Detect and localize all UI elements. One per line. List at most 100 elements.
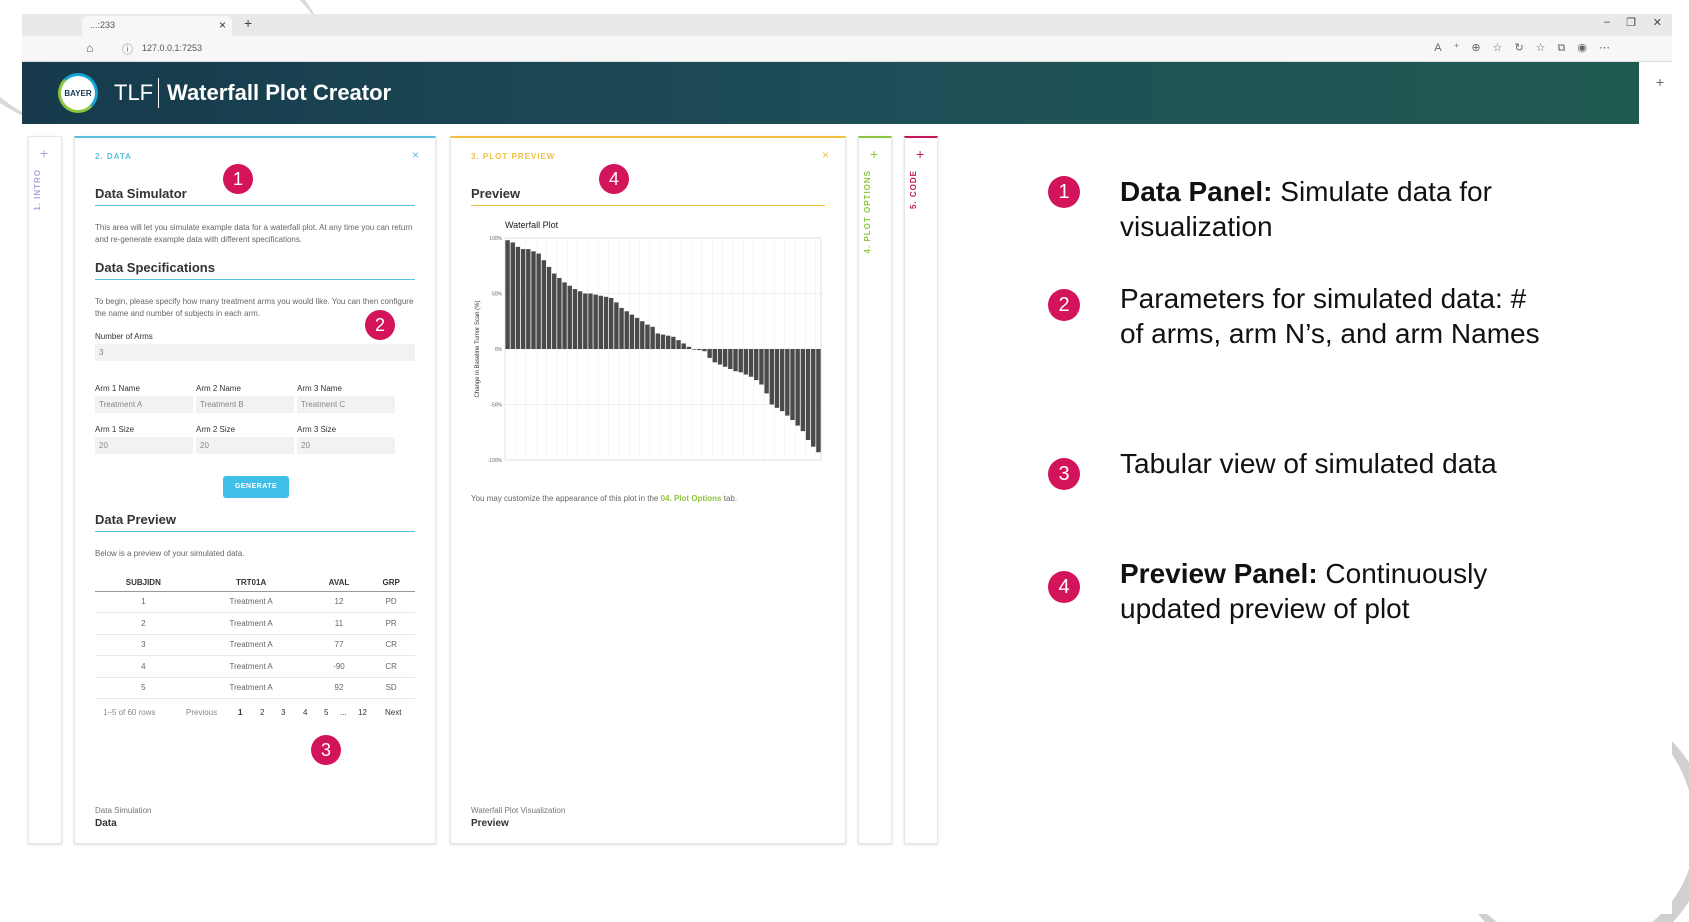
waterfall-bar	[603, 296, 609, 349]
num-arms-input[interactable]: 3	[95, 344, 415, 361]
table-cell: Treatment A	[191, 612, 311, 635]
waterfall-bar	[691, 349, 697, 350]
browser-toolbar-icons[interactable]: A⁺⊕☆↻☆⧉◉⋯	[1434, 41, 1622, 55]
y-tick-label: 0%	[495, 347, 503, 353]
waterfall-bar	[707, 349, 712, 358]
waterfall-bar	[769, 349, 774, 405]
preview-footer-subtitle: Waterfall Plot Visualization	[471, 806, 566, 815]
data-preview-table: SUBJIDN TRT01A AVAL GRP 1 Treatment A 12 PD…	[95, 574, 415, 699]
url-text[interactable]: 127.0.0.1:7253	[142, 43, 202, 53]
waterfall-bar	[795, 349, 800, 426]
arm-2-size-input[interactable]: 20	[196, 437, 294, 454]
restore-icon[interactable]: ❐	[1626, 16, 1636, 29]
waterfall-bar	[754, 349, 759, 381]
table-cell: 12	[310, 591, 368, 613]
column-header[interactable]: TRT01A	[191, 574, 311, 592]
callout-badge-2: 2	[365, 310, 395, 340]
waterfall-bar	[593, 294, 598, 349]
page-button-4[interactable]: 4	[303, 708, 307, 717]
table-cell: SD	[367, 677, 415, 699]
page-button-12[interactable]: 12	[358, 708, 367, 717]
legend-badge-1: 1	[1048, 176, 1080, 208]
waterfall-bar	[686, 346, 692, 349]
page-button-1[interactable]: 1	[238, 708, 242, 717]
arm-1-name-label: Arm 1 Name	[95, 384, 140, 393]
waterfall-bar	[712, 349, 717, 363]
waterfall-bar	[779, 349, 785, 412]
y-tick-label: -50%	[490, 403, 502, 409]
close-window-icon[interactable]: ✕	[1653, 16, 1662, 29]
browser-tab[interactable]: ...:233 ×	[82, 16, 232, 36]
plot-options-panel-collapsed[interactable]: + 4. PLOT OPTIONS	[858, 136, 892, 844]
table-row: 2 Treatment A 11 PR	[95, 612, 415, 635]
intro-label: 1. INTRO	[33, 169, 42, 211]
new-tab-icon[interactable]: +	[244, 15, 252, 31]
table-row: 4 Treatment A -90 CR	[95, 655, 415, 678]
arm-1-size-input[interactable]: 20	[95, 437, 193, 454]
previous-page-button[interactable]: Previous	[186, 708, 217, 717]
waterfall-bar	[811, 349, 816, 447]
code-panel-collapsed[interactable]: + 5. CODE	[904, 136, 938, 844]
data-spec-title: Data Specifications	[95, 260, 215, 275]
waterfall-bar	[671, 336, 676, 349]
waterfall-bar	[697, 349, 702, 351]
expand-plot-options-icon[interactable]: +	[870, 146, 878, 162]
table-row: 1 Treatment A 12 PD	[95, 591, 415, 613]
table-cell: -90	[310, 655, 368, 678]
waterfall-bar	[588, 293, 593, 349]
waterfall-bar	[800, 349, 806, 432]
column-header[interactable]: GRP	[367, 574, 415, 592]
arm-3-size-label: Arm 3 Size	[297, 425, 337, 434]
minimize-icon[interactable]: –	[1604, 16, 1610, 28]
arm-1-name-input[interactable]: Treatment A	[95, 396, 193, 413]
legend-item-2: Parameters for simulated data: # of arms…	[1120, 283, 1540, 349]
expand-intro-icon[interactable]: +	[40, 145, 48, 161]
preview-footer-title: Preview	[471, 818, 509, 829]
plot-options-link[interactable]: 04. Plot Options	[661, 494, 722, 503]
waterfall-bar	[785, 349, 790, 416]
section-divider	[95, 279, 415, 280]
brand-short: TLF	[114, 80, 154, 105]
preview-title: Preview	[471, 186, 521, 201]
waterfall-bar	[805, 349, 811, 441]
arm-3-name-input[interactable]: Treatment C	[297, 396, 395, 413]
arm-3-size-input[interactable]: 20	[297, 437, 395, 454]
waterfall-bar	[583, 293, 588, 349]
brand-divider	[158, 78, 159, 108]
table-cell: 2	[95, 612, 192, 635]
waterfall-bar	[681, 343, 686, 349]
column-header[interactable]: SUBJIDN	[95, 574, 192, 592]
page-button-3[interactable]: 3	[281, 708, 285, 717]
waterfall-bar	[614, 302, 619, 349]
page-button-2[interactable]: 2	[260, 708, 264, 717]
app-header: BAYER TLF Waterfall Plot Creator	[22, 62, 1639, 124]
legend-item-4: Preview Panel: Continuously updated prev…	[1120, 558, 1488, 624]
next-page-button[interactable]: Next	[385, 708, 401, 717]
page-ellipsis: ...	[340, 708, 347, 717]
table-cell: 11	[310, 612, 368, 635]
waterfall-bar	[510, 242, 515, 349]
waterfall-bar	[702, 349, 707, 352]
close-tab-icon[interactable]: ×	[219, 18, 226, 32]
column-header[interactable]: AVAL	[310, 574, 368, 592]
arm-2-name-input[interactable]: Treatment B	[196, 396, 294, 413]
table-cell: 77	[310, 634, 368, 656]
close-data-panel-icon[interactable]: ×	[412, 148, 419, 162]
close-preview-panel-icon[interactable]: ×	[822, 148, 829, 162]
legend-badge-2: 2	[1048, 289, 1080, 321]
waterfall-bar	[624, 311, 629, 349]
intro-panel-collapsed[interactable]: + 1. INTRO	[28, 136, 62, 844]
home-icon[interactable]: ⌂	[86, 41, 93, 55]
info-icon[interactable]: ⓘ	[122, 41, 133, 57]
section-divider	[471, 205, 825, 206]
sidebar-add-icon[interactable]: +	[1656, 74, 1664, 90]
arm-1-size-label: Arm 1 Size	[95, 425, 135, 434]
waterfall-bar	[743, 349, 749, 375]
generate-button[interactable]: GENERATE	[223, 476, 289, 498]
plot-options-label: 4. PLOT OPTIONS	[863, 170, 872, 254]
note-prefix: You may customize the appearance of this…	[471, 494, 661, 503]
expand-code-icon[interactable]: +	[916, 146, 924, 162]
table-row: 3 Treatment A 77 CR	[95, 634, 415, 656]
page-button-5[interactable]: 5	[324, 708, 328, 717]
waterfall-bar	[816, 349, 821, 453]
